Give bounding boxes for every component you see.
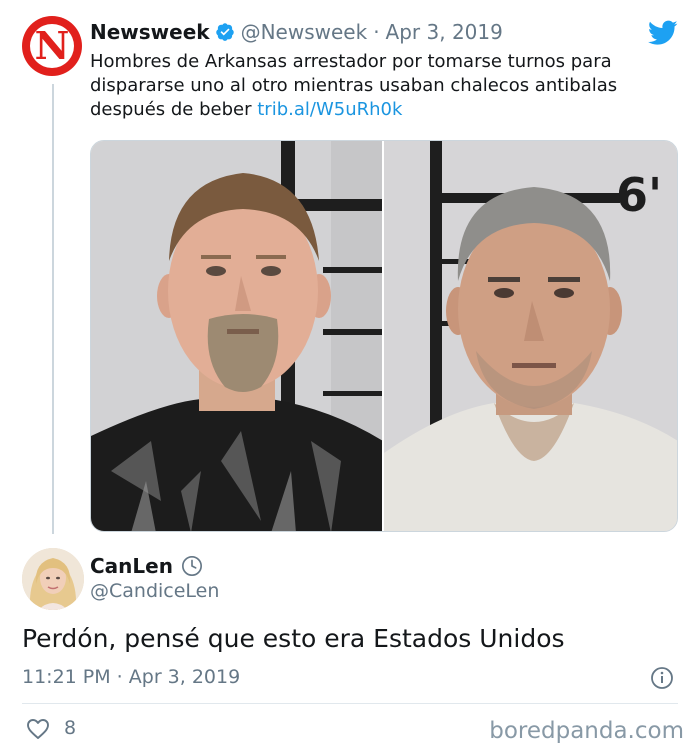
reply-tweet-text: Perdón, pensé que esto era Estados Unido… [22, 624, 565, 653]
reply-timestamp[interactable]: 11:21 PM · Apr 3, 2019 [22, 666, 240, 688]
info-icon[interactable] [650, 666, 674, 690]
parent-tweet-link[interactable]: trib.al/W5uRh0k [257, 99, 402, 120]
clock-icon [181, 556, 202, 576]
mugshot-left-image [91, 141, 382, 531]
header-separator: · [373, 20, 380, 44]
verified-badge-icon [215, 23, 234, 41]
parent-tweet-date[interactable]: Apr 3, 2019 [386, 20, 503, 44]
reply-author-handle[interactable]: @CandiceLen [90, 580, 219, 602]
mugshot-right-image: 6' [384, 141, 677, 531]
newsweek-avatar[interactable]: N [22, 16, 82, 76]
height-marker-label: 6' [616, 168, 662, 222]
parent-tweet-text: Hombres de Arkansas arrestador por tomar… [90, 50, 680, 122]
divider [22, 703, 678, 704]
heart-icon[interactable] [26, 718, 50, 740]
parent-author-handle[interactable]: @Newsweek [241, 20, 368, 44]
boredpanda-watermark: boredpanda.com [489, 718, 684, 744]
mugshot-right: 6' [384, 141, 677, 531]
canlen-avatar-image [22, 548, 84, 610]
tweet-screenshot: N Newsweek @Newsweek · Apr 3, 2019 Hombr… [0, 0, 700, 756]
like-count: 8 [64, 717, 77, 739]
thread-line [52, 84, 54, 534]
parent-author-name[interactable]: Newsweek [90, 20, 210, 44]
tweet-photo[interactable]: 6' [90, 140, 678, 532]
reply-author-name[interactable]: CanLen [90, 554, 173, 578]
canlen-avatar[interactable] [22, 548, 84, 610]
mugshot-left [91, 141, 382, 531]
twitter-bird-icon[interactable] [648, 20, 678, 46]
reply-author: CanLen [90, 554, 203, 578]
parent-tweet-header: Newsweek @Newsweek · Apr 3, 2019 [90, 20, 503, 44]
newsweek-logo-letter: N [30, 24, 74, 68]
